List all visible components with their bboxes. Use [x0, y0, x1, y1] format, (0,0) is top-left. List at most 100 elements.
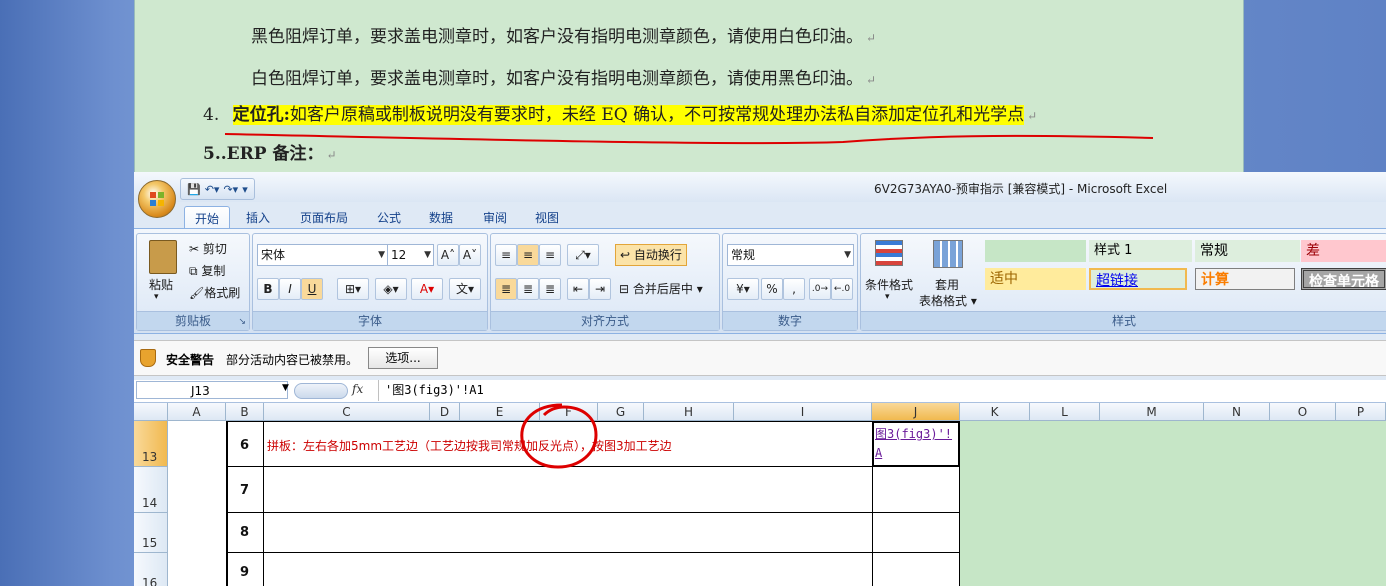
customize-qat-icon[interactable]: ▾	[242, 183, 248, 196]
tab-review[interactable]: 审阅	[473, 206, 517, 229]
cell-b16[interactable]: 9	[226, 552, 264, 586]
column-a-cells[interactable]	[168, 421, 226, 586]
borders-icon[interactable]: ⊞▾	[337, 278, 369, 300]
tab-insert[interactable]: 插入	[236, 206, 280, 229]
percent-button[interactable]: %	[761, 278, 783, 300]
grow-font-icon[interactable]: A˄	[437, 244, 459, 266]
number-format-select[interactable]: 常规 ▼	[727, 244, 854, 266]
fill-color-icon[interactable]: ◈▾	[375, 278, 407, 300]
style-neutral-cell[interactable]: 适中	[985, 268, 1086, 290]
column-header[interactable]: K	[960, 403, 1030, 421]
column-header[interactable]: N	[1204, 403, 1270, 421]
tab-home[interactable]: 开始	[184, 206, 231, 230]
format-as-table-button[interactable]: 表格格式 ▾	[919, 292, 977, 309]
column-header[interactable]: P	[1336, 403, 1386, 421]
options-button[interactable]: 选项...	[368, 347, 438, 369]
column-header[interactable]: G	[598, 403, 644, 421]
wrap-text-button[interactable]: ↩ 自动换行	[615, 244, 687, 266]
align-top-icon[interactable]: ≡	[495, 244, 517, 266]
office-button[interactable]	[138, 180, 176, 218]
cell-b15[interactable]: 8	[226, 512, 264, 553]
style-style1-cell[interactable]: 样式 1	[1089, 240, 1192, 262]
italic-button[interactable]: I	[279, 278, 301, 300]
column-header[interactable]: H	[644, 403, 734, 421]
decrease-indent-icon[interactable]: ⇤	[567, 278, 589, 300]
column-header[interactable]: D	[430, 403, 460, 421]
cell-j14[interactable]	[872, 466, 960, 513]
cell-b13[interactable]: 6	[226, 421, 264, 467]
align-bottom-icon[interactable]: ≡	[539, 244, 561, 266]
align-right-icon[interactable]: ≣	[539, 278, 561, 300]
column-header[interactable]: L	[1030, 403, 1100, 421]
formula-bar-slider[interactable]	[294, 383, 348, 399]
paste-button[interactable]: 粘贴	[149, 276, 173, 293]
column-header[interactable]: A	[168, 403, 226, 421]
column-header[interactable]: J	[872, 403, 960, 421]
row-header[interactable]: 14	[134, 467, 168, 513]
bold-button[interactable]: B	[257, 278, 279, 300]
merge-center-button[interactable]: ⊟ 合并后居中 ▾	[619, 280, 703, 297]
align-center-icon[interactable]: ≣	[517, 278, 539, 300]
tab-page-layout[interactable]: 页面布局	[290, 206, 358, 229]
insert-function-icon[interactable]: fx	[352, 382, 363, 396]
cell-c15[interactable]	[263, 512, 873, 553]
style-calculation-cell[interactable]: 计算	[1195, 268, 1295, 290]
font-name-select[interactable]: 宋体 ▼	[257, 244, 388, 266]
phonetic-icon[interactable]: 文▾	[449, 278, 481, 300]
worksheet-grid[interactable]: A B C D E F G H I J K L M N O P 13 14 15…	[134, 403, 1386, 586]
format-as-table-line1[interactable]: 套用	[935, 276, 959, 293]
style-check-cell[interactable]: 检查单元格	[1301, 268, 1386, 290]
column-header[interactable]: O	[1270, 403, 1336, 421]
orientation-icon[interactable]: ⤢▾	[567, 244, 599, 266]
name-box[interactable]: J13	[136, 381, 288, 399]
paste-icon[interactable]	[149, 240, 177, 274]
style-normal-cell[interactable]: 常规	[1195, 240, 1300, 262]
name-box-dropdown-icon[interactable]: ▼	[282, 383, 289, 393]
cell-j16[interactable]	[872, 552, 960, 586]
row-header[interactable]: 13	[134, 421, 168, 467]
tab-data[interactable]: 数据	[419, 206, 463, 229]
font-size-select[interactable]: 12 ▼	[387, 244, 434, 266]
style-good-cell[interactable]	[985, 240, 1086, 262]
font-color-icon[interactable]: A▾	[411, 278, 443, 300]
paste-dropdown-icon[interactable]: ▾	[154, 292, 159, 302]
chevron-down-icon[interactable]: ▾	[885, 292, 890, 302]
decrease-decimal-icon[interactable]: ←.0	[831, 278, 853, 300]
column-header[interactable]: M	[1100, 403, 1204, 421]
align-left-icon[interactable]: ≣	[495, 278, 517, 300]
format-painter-button[interactable]: 🖌格式刷	[189, 284, 240, 301]
row-header[interactable]: 15	[134, 513, 168, 553]
undo-icon[interactable]: ↶▾	[205, 183, 220, 196]
increase-decimal-icon[interactable]: .0→	[809, 278, 831, 300]
align-middle-icon[interactable]: ≡	[517, 244, 539, 266]
underline-button[interactable]: U	[301, 278, 323, 300]
cell-b14[interactable]: 7	[226, 466, 264, 513]
copy-button[interactable]: ⧉ 复制	[189, 262, 225, 279]
conditional-format-icon[interactable]	[875, 240, 903, 266]
dialog-launcher-icon[interactable]: ↘	[238, 317, 246, 327]
cell-j15[interactable]	[872, 512, 960, 553]
j13-hyperlink[interactable]: 图3(fig3)'!A	[875, 425, 957, 463]
cell-j13-selected[interactable]: 图3(fig3)'!A	[872, 421, 960, 467]
redo-icon[interactable]: ↷▾	[223, 183, 238, 196]
column-header[interactable]: C	[264, 403, 430, 421]
tab-formulas[interactable]: 公式	[367, 206, 411, 229]
tab-view[interactable]: 视图	[525, 206, 569, 229]
style-hyperlink-cell[interactable]: 超链接	[1089, 268, 1187, 290]
save-icon[interactable]: 💾	[187, 183, 201, 196]
conditional-format-button[interactable]: 条件格式	[865, 276, 913, 293]
column-header[interactable]: B	[226, 403, 264, 421]
comma-button[interactable]: ,	[783, 278, 805, 300]
select-all-corner[interactable]	[134, 403, 168, 421]
style-bad-cell[interactable]: 差	[1301, 240, 1386, 262]
shrink-font-icon[interactable]: A˅	[459, 244, 481, 266]
increase-indent-icon[interactable]: ⇥	[589, 278, 611, 300]
currency-icon[interactable]: ¥▾	[727, 278, 759, 300]
format-as-table-icon[interactable]	[933, 240, 963, 268]
cell-c16[interactable]	[263, 552, 873, 586]
row-header[interactable]: 16	[134, 553, 168, 586]
cut-button[interactable]: ✂ 剪切	[189, 240, 227, 257]
format-as-table-label: 表格格式	[919, 294, 968, 308]
formula-input[interactable]: '图3(fig3)'!A1	[378, 380, 484, 401]
column-header[interactable]: I	[734, 403, 872, 421]
